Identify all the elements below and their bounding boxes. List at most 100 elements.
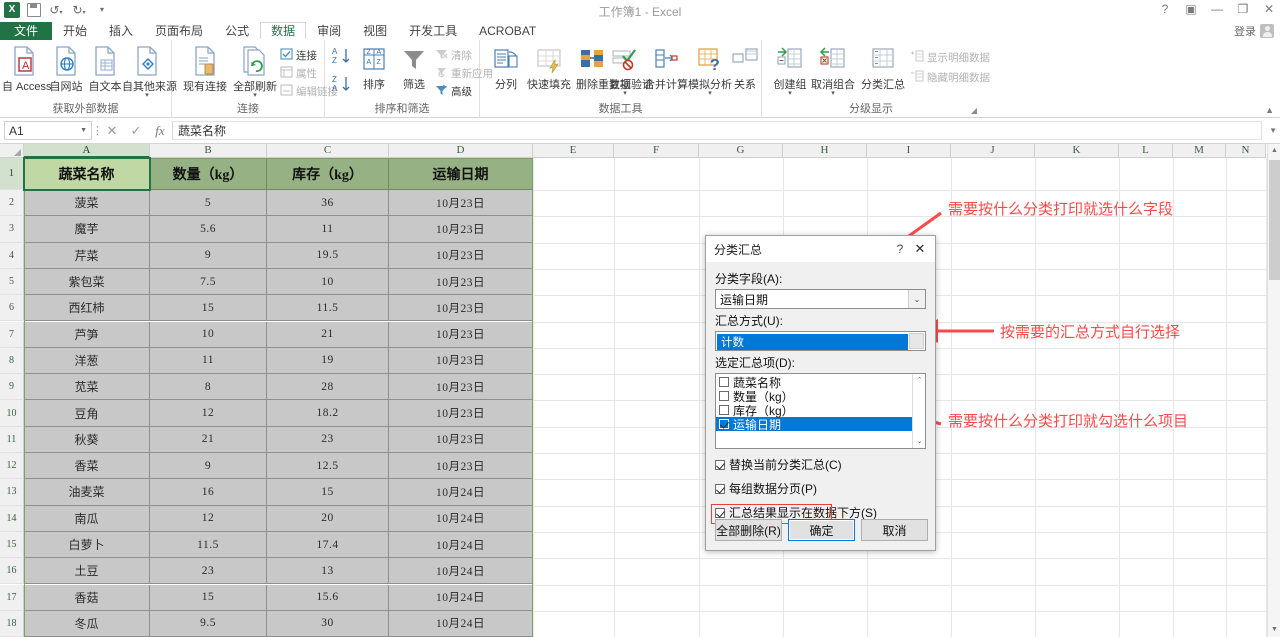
chevron-down-icon[interactable]: ▾ <box>688 90 732 97</box>
column-header-E[interactable]: E <box>533 144 614 158</box>
cancel-formula-icon[interactable]: ✕ <box>100 123 124 139</box>
data-cell-D10[interactable]: 10月23日 <box>389 400 533 427</box>
row-header-15[interactable]: 15 <box>0 531 24 559</box>
collapse-ribbon-icon[interactable]: ▲ <box>1265 105 1274 115</box>
data-cell-C8[interactable]: 19 <box>267 347 389 375</box>
header-cell-C1[interactable]: 库存（kg） <box>267 158 389 190</box>
data-cell-D15[interactable]: 10月24日 <box>389 531 533 559</box>
scroll-up-icon[interactable]: ▲ <box>1268 144 1280 158</box>
checkbox-icon[interactable] <box>719 405 729 415</box>
ribbon-tab-5[interactable]: 数据 <box>260 22 307 39</box>
data-cell-B12[interactable]: 9 <box>150 453 267 480</box>
row-header-13[interactable]: 13 <box>0 479 24 506</box>
row-header-12[interactable]: 12 <box>0 453 24 480</box>
data-cell-D8[interactable]: 10月23日 <box>389 347 533 375</box>
data-cell-A4[interactable]: 芹菜 <box>24 242 150 269</box>
data-cell-A5[interactable]: 紫包菜 <box>24 268 150 296</box>
ribbon-tab-8[interactable]: 开发工具 <box>398 22 468 40</box>
enter-formula-icon[interactable]: ✓ <box>124 123 148 139</box>
ribbon-button-filter[interactable]: 筛选 <box>395 46 433 91</box>
data-cell-C15[interactable]: 17.4 <box>267 531 389 559</box>
data-cell-B3[interactable]: 5.6 <box>150 216 267 243</box>
row-header-17[interactable]: 17 <box>0 584 24 611</box>
data-cell-C5[interactable]: 10 <box>267 268 389 296</box>
column-header-G[interactable]: G <box>699 144 783 158</box>
expand-formula-bar-icon[interactable]: ▼ <box>1269 126 1277 135</box>
data-cell-D4[interactable]: 10月23日 <box>389 242 533 269</box>
ribbon-button-existing-connections[interactable]: 现有连接 <box>178 46 232 93</box>
data-cell-D2[interactable]: 10月23日 <box>389 190 533 217</box>
dialog-option-0[interactable]: 替换当前分类汇总(C) <box>715 456 926 473</box>
remove-all-button[interactable]: 全部删除(R) <box>715 519 782 541</box>
data-cell-D9[interactable]: 10月23日 <box>389 374 533 401</box>
chevron-down-icon[interactable] <box>909 333 924 349</box>
ribbon-button-show-detail[interactable]: 显示明细数据 <box>910 50 990 65</box>
row-header-2[interactable]: 2 <box>0 190 24 217</box>
column-header-M[interactable]: M <box>1173 144 1226 158</box>
data-cell-B14[interactable]: 12 <box>150 505 267 532</box>
data-cell-C16[interactable]: 13 <box>267 558 389 585</box>
column-header-K[interactable]: K <box>1035 144 1119 158</box>
data-cell-B10[interactable]: 12 <box>150 400 267 427</box>
ribbon-button-hide-detail[interactable]: 隐藏明细数据 <box>910 70 990 85</box>
close-icon[interactable]: ✕ <box>1262 2 1276 16</box>
ribbon-button-subtotal[interactable]: 分类汇总 <box>859 46 907 91</box>
row-header-5[interactable]: 5 <box>0 268 24 296</box>
data-cell-D6[interactable]: 10月23日 <box>389 295 533 322</box>
chevron-down-icon[interactable]: ▾ <box>770 90 810 97</box>
scroll-down-icon[interactable]: ⌄ <box>913 435 925 448</box>
scrollbar-thumb[interactable] <box>1269 160 1280 280</box>
chevron-down-icon[interactable]: ⌄ <box>908 290 925 308</box>
ribbon-button-sort-descending[interactable]: ZA <box>331 74 353 97</box>
row-header-7[interactable]: 7 <box>0 321 24 348</box>
column-header-D[interactable]: D <box>389 144 533 158</box>
ribbon-tab-4[interactable]: 公式 <box>214 22 260 40</box>
data-cell-B7[interactable]: 10 <box>150 321 267 348</box>
data-cell-C4[interactable]: 19.5 <box>267 242 389 269</box>
data-cell-C14[interactable]: 20 <box>267 505 389 532</box>
column-header-L[interactable]: L <box>1119 144 1173 158</box>
listbox-scrollbar[interactable]: ⌃ ⌄ <box>912 374 925 448</box>
data-cell-A18[interactable]: 冬瓜 <box>24 610 150 637</box>
ribbon-button-sort[interactable]: ZAAZ 排序 <box>355 46 393 91</box>
ribbon-tab-2[interactable]: 插入 <box>98 22 144 40</box>
ribbon-button-text-to-columns[interactable]: 分列 <box>488 46 524 91</box>
data-cell-A6[interactable]: 西红柿 <box>24 295 150 322</box>
data-cell-B8[interactable]: 11 <box>150 347 267 375</box>
data-cell-B13[interactable]: 16 <box>150 479 267 506</box>
row-header-10[interactable]: 10 <box>0 400 24 427</box>
data-cell-C2[interactable]: 36 <box>267 190 389 217</box>
data-cell-B2[interactable]: 5 <box>150 190 267 217</box>
ok-button[interactable]: 确定 <box>788 519 855 541</box>
data-cell-C12[interactable]: 12.5 <box>267 453 389 480</box>
data-cell-C18[interactable]: 30 <box>267 610 389 637</box>
data-cell-B9[interactable]: 8 <box>150 374 267 401</box>
ribbon-button-from-other-sources[interactable]: 自其他来源 ▾ <box>122 46 177 99</box>
data-cell-A15[interactable]: 白萝卜 <box>24 531 150 559</box>
data-cell-A8[interactable]: 洋葱 <box>24 347 150 375</box>
ribbon-tab-6[interactable]: 审阅 <box>306 22 352 40</box>
subtotal-field-item-3[interactable]: 运输日期 <box>716 417 925 432</box>
insert-function-icon[interactable]: fx <box>148 123 172 139</box>
checkbox-icon[interactable] <box>719 419 729 429</box>
data-cell-B18[interactable]: 9.5 <box>150 610 267 637</box>
data-cell-A16[interactable]: 土豆 <box>24 558 150 585</box>
formula-bar-handle[interactable]: ⋮ <box>92 124 103 137</box>
dialog-launcher-icon[interactable]: ◢ <box>971 106 977 115</box>
chevron-down-icon[interactable]: ▼ <box>80 127 87 134</box>
data-cell-B6[interactable]: 15 <box>150 295 267 322</box>
column-header-I[interactable]: I <box>867 144 951 158</box>
ribbon-tab-1[interactable]: 开始 <box>52 22 98 40</box>
ribbon-button-remove-duplicates[interactable]: 删除重复项 <box>576 46 631 91</box>
data-cell-C10[interactable]: 18.2 <box>267 400 389 427</box>
ribbon-button-sort-ascending[interactable]: AZ <box>331 46 353 69</box>
function-combobox[interactable]: 计数 <box>715 331 926 351</box>
data-cell-D5[interactable]: 10月23日 <box>389 268 533 296</box>
minimize-icon[interactable]: — <box>1210 2 1224 16</box>
data-cell-B16[interactable]: 23 <box>150 558 267 585</box>
ribbon-button-from-access[interactable]: A 自 Access <box>2 46 52 93</box>
data-cell-C7[interactable]: 21 <box>267 321 389 348</box>
checkbox-icon[interactable] <box>715 483 725 494</box>
restore-icon[interactable]: ❐ <box>1236 2 1250 16</box>
avatar[interactable] <box>1260 24 1274 38</box>
